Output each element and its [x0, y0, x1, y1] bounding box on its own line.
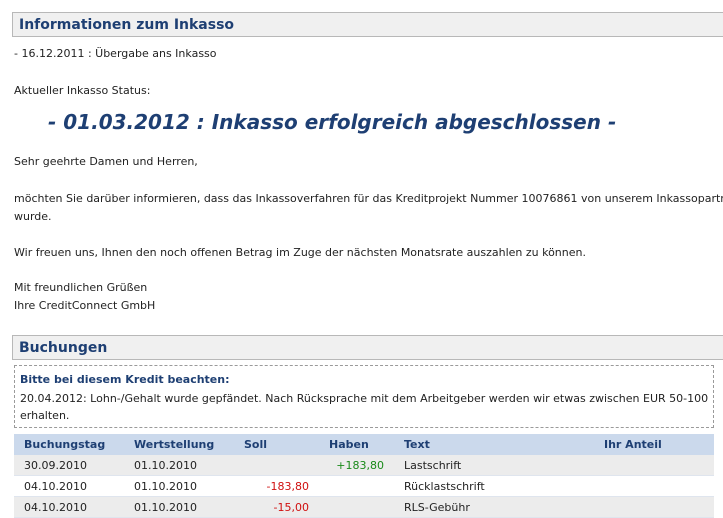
- debit-cell: -183,80: [234, 475, 319, 497]
- inkasso-status-label: Aktueller Inkasso Status:: [14, 84, 151, 97]
- letter-greeting: Sehr geehrte Damen und Herren,: [14, 155, 198, 168]
- bookings-section-title: Buchungen: [19, 340, 108, 356]
- inkasso-status-value: - 01.03.2012 : Inkasso erfolgreich abges…: [48, 110, 617, 134]
- text-cell: Lastschrift: [394, 455, 594, 476]
- value-date-cell: 01.10.2010: [124, 475, 234, 497]
- letter-paragraph-1-line-1: möchten Sie darüber informieren, dass da…: [14, 192, 723, 205]
- column-header-debit[interactable]: Soll: [234, 434, 319, 455]
- column-header-value-date[interactable]: Wertstellung: [124, 434, 234, 455]
- text-cell: RLS-Gebühr: [394, 496, 594, 518]
- letter-closing: Mit freundlichen Grüßen: [14, 281, 148, 294]
- share-cell: [594, 455, 714, 476]
- letter-paragraph-1-line-2: wurde.: [14, 210, 52, 223]
- table-row: 04.10.2010 01.10.2010 -183,80 Rücklastsc…: [14, 475, 714, 497]
- bookings-table: Buchungstag Wertstellung Soll Haben Text…: [14, 434, 714, 518]
- column-header-text[interactable]: Text: [394, 434, 594, 455]
- column-header-share[interactable]: Ihr Anteil: [594, 434, 714, 455]
- value-date-cell: 01.10.2010: [124, 496, 234, 518]
- credit-notice-title: Bitte bei diesem Kredit beachten:: [20, 373, 230, 386]
- table-row: 30.09.2010 01.10.2010 +183,80 Lastschrif…: [14, 455, 714, 476]
- credit-cell: [319, 496, 394, 518]
- bookings-header-row: Buchungstag Wertstellung Soll Haben Text…: [14, 434, 714, 455]
- inkasso-event-line: - 16.12.2011 : Übergabe ans Inkasso: [14, 47, 217, 60]
- info-section-title: Informationen zum Inkasso: [19, 17, 235, 33]
- text-cell: Rücklastschrift: [394, 475, 594, 497]
- column-header-booking-date[interactable]: Buchungstag: [14, 434, 124, 455]
- share-cell: [594, 475, 714, 497]
- credit-cell: +183,80: [319, 455, 394, 476]
- credit-notice-body: 20.04.2012: Lohn-/Gehalt wurde gepfändet…: [20, 392, 709, 422]
- table-row: 04.10.2010 01.10.2010 -15,00 RLS-Gebühr: [14, 496, 714, 518]
- booking-date-cell: 04.10.2010: [14, 475, 124, 497]
- share-cell: [594, 496, 714, 518]
- credit-cell: [319, 475, 394, 497]
- booking-date-cell: 04.10.2010: [14, 496, 124, 518]
- value-date-cell: 01.10.2010: [124, 455, 234, 476]
- info-section-header: Informationen zum Inkasso: [12, 12, 723, 37]
- booking-date-cell: 30.09.2010: [14, 455, 124, 476]
- credit-notice-box: Bitte bei diesem Kredit beachten: 20.04.…: [14, 365, 714, 428]
- bookings-section-header: Buchungen: [12, 335, 723, 360]
- debit-cell: [234, 455, 319, 476]
- letter-paragraph-2: Wir freuen uns, Ihnen den noch offenen B…: [14, 246, 586, 259]
- debit-cell: -15,00: [234, 496, 319, 518]
- letter-signature: Ihre CreditConnect GmbH: [14, 299, 156, 312]
- column-header-credit[interactable]: Haben: [319, 434, 394, 455]
